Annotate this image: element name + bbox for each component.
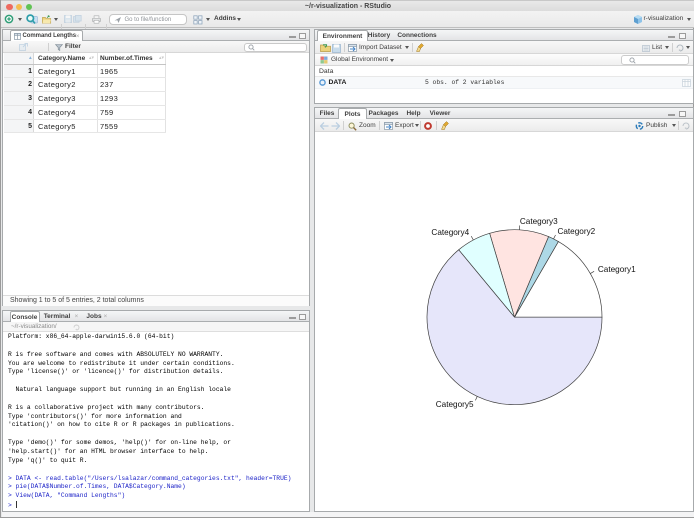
svg-text:Category4: Category4 bbox=[431, 228, 469, 237]
svg-text:Category3: Category3 bbox=[520, 217, 558, 226]
svg-text:Category5: Category5 bbox=[436, 400, 474, 409]
svg-text:Category1: Category1 bbox=[598, 265, 636, 274]
svg-text:Category2: Category2 bbox=[557, 227, 595, 236]
